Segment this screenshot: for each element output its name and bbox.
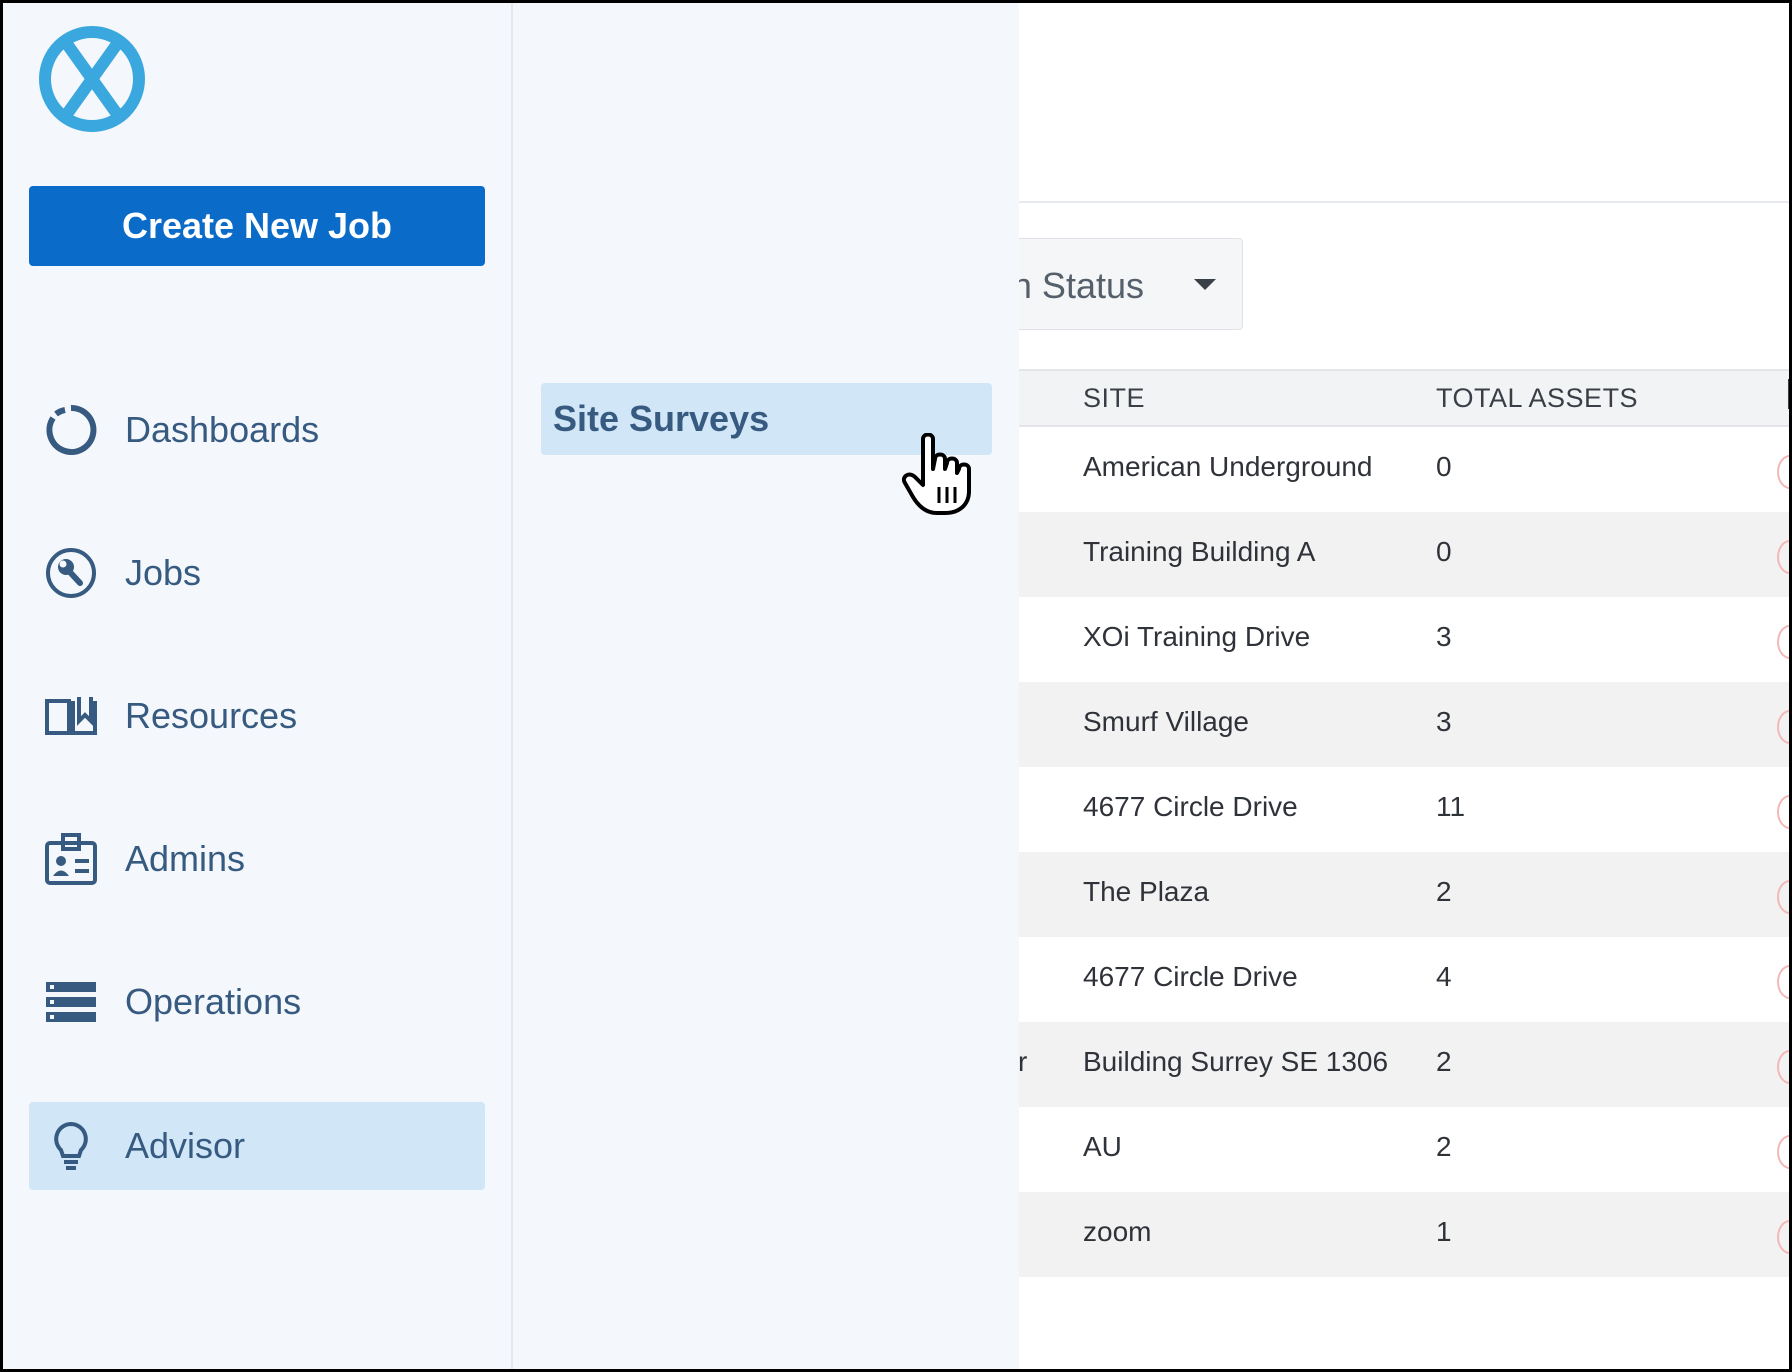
table-row[interactable]: r Building Surrey SE 1306 2 [1003,1022,1789,1107]
sidebar-item-operations[interactable]: Operations [29,958,485,1046]
list-server-icon [41,972,101,1032]
table-row[interactable]: 4677 Circle Drive 4 [1003,937,1789,1022]
column-header-site[interactable]: SITE [1083,383,1145,414]
cell-total-assets: 3 [1436,706,1452,737]
cell-site: The Plaza [1083,876,1210,907]
sidebar-item-dashboards[interactable]: Dashboards [29,386,485,474]
status-indicator-icon [1777,1220,1789,1254]
sidebar-item-label: Operations [125,981,302,1022]
cell-total-assets: 1 [1436,1216,1452,1247]
table-header: SITE TOTAL ASSETS [1003,369,1789,427]
sidebar-nav: Create New Job Dashboards Jobs Resources… [3,3,513,1369]
lightbulb-icon [41,1116,101,1176]
xoi-logo-icon [39,26,145,132]
cell-truncated: r [1018,1046,1028,1077]
table-row[interactable]: AU 2 [1003,1107,1789,1192]
cell-total-assets: 3 [1436,621,1452,652]
cell-site: Training Building A [1083,536,1316,567]
cell-total-assets: 0 [1436,451,1452,482]
cell-site: American Underground [1083,451,1373,482]
sites-table: SITE TOTAL ASSETS American Underground 0 T… [1003,369,1789,1277]
cell-site: 4677 Circle Drive [1083,791,1298,822]
id-badge-icon [41,829,101,889]
cell-site: AU [1083,1131,1122,1162]
column-header-total-assets[interactable]: TOTAL ASSETS [1436,383,1638,414]
hand-pointer-cursor-icon [902,433,971,515]
status-indicator-icon [1777,795,1789,829]
status-indicator-icon [1777,710,1789,744]
table-row[interactable]: American Underground 0 [1003,427,1789,512]
column-header-truncated [1788,379,1789,409]
cell-total-assets: 0 [1436,536,1452,567]
status-filter-label: n Status [1011,265,1144,306]
cell-site: 4677 Circle Drive [1083,961,1298,992]
cell-site: zoom [1083,1216,1152,1247]
wrench-circle-icon [41,543,101,603]
status-indicator-icon [1777,1135,1789,1169]
dashboard-ring-icon [41,400,101,460]
advisor-submenu: Site Surveys [513,3,1019,1369]
table-row[interactable]: zoom 1 [1003,1192,1789,1277]
sidebar-item-label: Jobs [125,552,202,593]
sidebar-item-label: Admins [125,838,246,879]
status-indicator-icon [1777,880,1789,914]
table-body: American Underground 0 Training Building A… [1003,427,1789,1277]
status-indicator-icon [1777,1050,1789,1084]
cell-total-assets: 4 [1436,961,1452,992]
cell-site: Building Surrey SE 1306 [1083,1046,1389,1077]
status-indicator-icon [1777,540,1789,574]
caret-down-icon [1194,279,1216,290]
sidebar-item-label: Resources [125,695,298,736]
cell-site: XOi Training Drive [1083,621,1311,652]
status-indicator-icon [1777,965,1789,999]
sidebar-item-advisor[interactable]: Advisor [29,1102,485,1190]
sidebar-item-jobs[interactable]: Jobs [29,529,485,617]
cell-total-assets: 2 [1436,1046,1452,1077]
cell-total-assets: 11 [1436,791,1466,822]
submenu-item-label: Site Surveys [553,398,770,439]
cell-site: Smurf Village [1083,706,1250,737]
cell-total-assets: 2 [1436,876,1452,907]
table-row[interactable]: Smurf Village 3 [1003,682,1789,767]
status-indicator-icon [1777,455,1789,489]
table-row[interactable]: XOi Training Drive 3 [1003,597,1789,682]
sidebar-item-resources[interactable]: Resources [29,672,485,760]
create-new-job-button[interactable]: Create New Job [29,186,485,266]
table-row[interactable]: Training Building A 0 [1003,512,1789,597]
sidebar-item-label: Advisor [125,1125,246,1166]
table-row[interactable]: The Plaza 2 [1003,852,1789,937]
status-indicator-icon [1777,625,1789,659]
sidebar-item-admins[interactable]: Admins [29,815,485,903]
sidebar-item-label: Dashboards [125,409,320,450]
table-row[interactable]: 4677 Circle Drive 11 [1003,767,1789,852]
cell-total-assets: 2 [1436,1131,1452,1162]
app-window: n Status SITE TOTAL ASSETS American Unde… [3,3,1789,1369]
open-book-icon [41,686,101,746]
